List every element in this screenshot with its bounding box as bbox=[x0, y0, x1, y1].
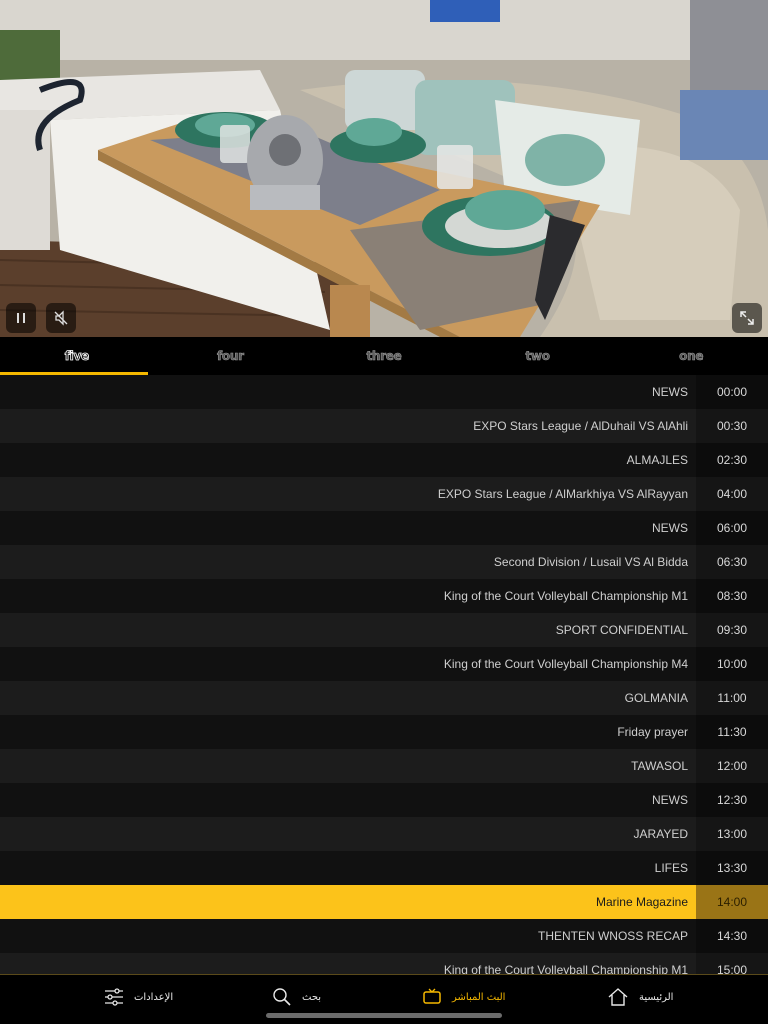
schedule-row[interactable]: GOLMANIA 11:00 bbox=[0, 681, 768, 715]
nav-home-label: الرئيسية bbox=[639, 991, 674, 1003]
program-title: THENTEN WNOSS RECAP bbox=[0, 919, 696, 953]
tv-icon bbox=[423, 988, 441, 1004]
tab-two[interactable]: two bbox=[461, 337, 615, 375]
video-frame bbox=[0, 0, 768, 337]
schedule-row[interactable]: NEWS 12:30 bbox=[0, 783, 768, 817]
program-time: 10:00 bbox=[696, 647, 768, 681]
program-title: EXPO Stars League / AlDuhail VS AlAhli bbox=[0, 409, 696, 443]
tab-three[interactable]: three bbox=[307, 337, 461, 375]
nav-search-label: بحث bbox=[302, 991, 322, 1003]
home-indicator[interactable] bbox=[266, 1013, 502, 1018]
search-icon bbox=[273, 988, 291, 1006]
schedule-row[interactable]: Second Division / Lusail VS Al Bidda 06:… bbox=[0, 545, 768, 579]
program-time: 09:30 bbox=[696, 613, 768, 647]
schedule-row[interactable]: EXPO Stars League / AlDuhail VS AlAhli 0… bbox=[0, 409, 768, 443]
tab-five[interactable]: five bbox=[0, 337, 154, 375]
program-time: 02:30 bbox=[696, 443, 768, 477]
program-time: 15:00 bbox=[696, 953, 768, 974]
mute-button[interactable] bbox=[46, 303, 76, 333]
app-root: five four three two one NEWS 00:00 EXPO … bbox=[0, 0, 768, 1024]
program-title: NEWS bbox=[0, 783, 696, 817]
nav-live[interactable]: البث المباشر bbox=[422, 983, 505, 1011]
program-time: 00:00 bbox=[696, 375, 768, 409]
schedule-row[interactable]: JARAYED 13:00 bbox=[0, 817, 768, 851]
program-time: 12:00 bbox=[696, 749, 768, 783]
program-title: NEWS bbox=[0, 511, 696, 545]
schedule-row[interactable]: ALMAJLES 02:30 bbox=[0, 443, 768, 477]
schedule-row[interactable]: King of the Court Volleyball Championshi… bbox=[0, 647, 768, 681]
program-time: 06:00 bbox=[696, 511, 768, 545]
nav-live-label: البث المباشر bbox=[452, 991, 506, 1003]
schedule-row[interactable]: NEWS 06:00 bbox=[0, 511, 768, 545]
program-time: 12:30 bbox=[696, 783, 768, 817]
program-time: 13:00 bbox=[696, 817, 768, 851]
program-title: Friday prayer bbox=[0, 715, 696, 749]
muted-speaker-icon bbox=[54, 310, 68, 326]
sliders-icon bbox=[105, 988, 123, 1006]
program-title: LIFES bbox=[0, 851, 696, 885]
program-title: TAWASOL bbox=[0, 749, 696, 783]
video-player[interactable] bbox=[0, 0, 768, 337]
schedule-row[interactable]: TAWASOL 12:00 bbox=[0, 749, 768, 783]
tab-four[interactable]: four bbox=[154, 337, 308, 375]
program-title: JARAYED bbox=[0, 817, 696, 851]
expand-icon bbox=[740, 311, 754, 325]
schedule-row[interactable]: THENTEN WNOSS RECAP 14:30 bbox=[0, 919, 768, 953]
program-time: 11:30 bbox=[696, 715, 768, 749]
nav-home[interactable]: الرئيسية bbox=[607, 983, 673, 1011]
pause-button[interactable] bbox=[6, 303, 36, 333]
program-title: Second Division / Lusail VS Al Bidda bbox=[0, 545, 696, 579]
program-title: Marine Magazine bbox=[0, 885, 696, 919]
program-title: King of the Court Volleyball Championshi… bbox=[0, 953, 696, 974]
program-title: King of the Court Volleyball Championshi… bbox=[0, 647, 696, 681]
nav-search[interactable]: بحث bbox=[272, 983, 321, 1011]
schedule-row[interactable]: Friday prayer 11:30 bbox=[0, 715, 768, 749]
program-title: EXPO Stars League / AlMarkhiya VS AlRayy… bbox=[0, 477, 696, 511]
program-title: NEWS bbox=[0, 375, 696, 409]
schedule-row[interactable]: EXPO Stars League / AlMarkhiya VS AlRayy… bbox=[0, 477, 768, 511]
schedule-row-current[interactable]: Marine Magazine 14:00 bbox=[0, 885, 768, 919]
program-time: 04:00 bbox=[696, 477, 768, 511]
fullscreen-button[interactable] bbox=[732, 303, 762, 333]
channel-tabs: five four three two one bbox=[0, 337, 768, 375]
program-time: 00:30 bbox=[696, 409, 768, 443]
program-title: King of the Court Volleyball Championshi… bbox=[0, 579, 696, 613]
schedule-row[interactable]: LIFES 13:30 bbox=[0, 851, 768, 885]
program-time: 11:00 bbox=[696, 681, 768, 715]
schedule-row[interactable]: NEWS 00:00 bbox=[0, 375, 768, 409]
tab-one[interactable]: one bbox=[614, 337, 768, 375]
schedule-row[interactable]: SPORT CONFIDENTIAL 09:30 bbox=[0, 613, 768, 647]
program-title: SPORT CONFIDENTIAL bbox=[0, 613, 696, 647]
schedule-list[interactable]: NEWS 00:00 EXPO Stars League / AlDuhail … bbox=[0, 375, 768, 974]
program-time: 08:30 bbox=[696, 579, 768, 613]
home-icon bbox=[608, 988, 628, 1006]
program-time: 14:00 bbox=[696, 885, 768, 919]
program-time: 06:30 bbox=[696, 545, 768, 579]
nav-settings-label: الإعدادات bbox=[134, 991, 174, 1003]
program-time: 13:30 bbox=[696, 851, 768, 885]
pause-icon bbox=[17, 313, 25, 323]
program-time: 14:30 bbox=[696, 919, 768, 953]
program-title: GOLMANIA bbox=[0, 681, 696, 715]
schedule-row[interactable]: King of the Court Volleyball Championshi… bbox=[0, 579, 768, 613]
program-title: ALMAJLES bbox=[0, 443, 696, 477]
nav-settings[interactable]: الإعدادات bbox=[104, 983, 173, 1011]
schedule-row[interactable]: King of the Court Volleyball Championshi… bbox=[0, 953, 768, 974]
